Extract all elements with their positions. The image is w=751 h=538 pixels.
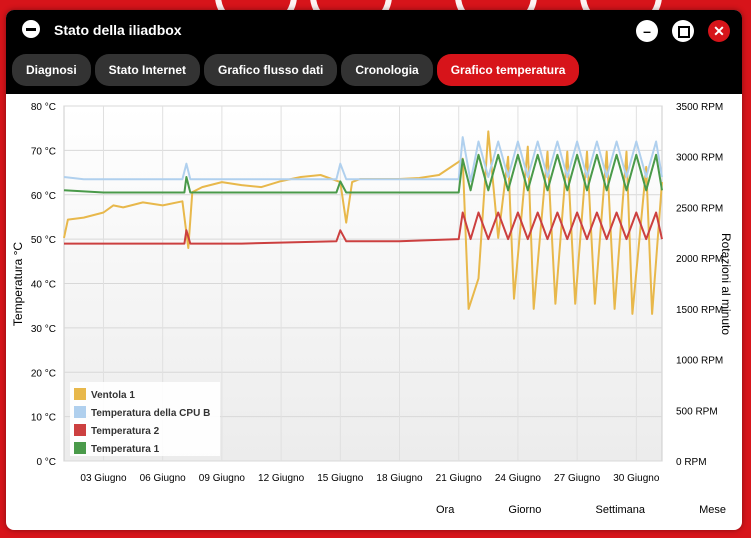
range-selector: Ora Giorno Settimana Mese	[436, 504, 726, 516]
y-tick-label: 10 °C	[31, 413, 56, 424]
y2-tick-label: 500 RPM	[676, 406, 718, 417]
y-axis-title: Temperatura °C	[11, 242, 25, 326]
legend-label: Temperatura 2	[91, 426, 160, 437]
y-tick-label: 60 °C	[31, 191, 56, 202]
x-tick-label: 24 Giugno	[495, 473, 542, 484]
y-tick-label: 30 °C	[31, 324, 56, 335]
legend-swatch	[74, 406, 86, 418]
y2-tick-label: 3000 RPM	[676, 153, 723, 164]
y-tick-label: 20 °C	[31, 368, 56, 379]
legend-swatch	[74, 442, 86, 454]
range-ora[interactable]: Ora	[436, 504, 454, 516]
legend-label: Temperatura della CPU B	[91, 408, 210, 419]
tab-stato-internet[interactable]: Stato Internet	[94, 54, 201, 86]
x-tick-label: 09 Giugno	[199, 473, 246, 484]
title-bar: Stato della iliadbox – ✕ Diagnosi Stato …	[6, 10, 742, 94]
y2-tick-label: 3500 RPM	[676, 102, 723, 113]
tab-bar: Diagnosi Stato Internet Grafico flusso d…	[12, 54, 580, 86]
x-tick-label: 18 Giugno	[376, 473, 423, 484]
x-tick-label: 06 Giugno	[140, 473, 187, 484]
y-tick-label: 70 °C	[31, 146, 56, 157]
legend-label: Temperatura 1	[91, 444, 160, 455]
y2-tick-label: 2000 RPM	[676, 254, 723, 265]
range-settimana[interactable]: Settimana	[596, 504, 646, 516]
tab-cronologia[interactable]: Cronologia	[341, 54, 433, 86]
y-tick-label: 80 °C	[31, 102, 56, 113]
legend: Ventola 1 Temperatura della CPU B Temperat…	[70, 382, 220, 456]
legend-swatch	[74, 388, 86, 400]
range-giorno[interactable]: Giorno	[508, 504, 541, 516]
range-mese[interactable]: Mese	[699, 504, 726, 516]
temperature-chart: 0 °C 10 °C 20 °C 30 °C 40 °C 50 °C 60 °C 70 °C 8…	[11, 102, 733, 484]
x-tick-label: 12 Giugno	[258, 473, 305, 484]
iliad-logo-icon	[22, 20, 40, 38]
window-title: Stato della iliadbox	[54, 22, 182, 38]
y2-tick-label: 2500 RPM	[676, 203, 723, 214]
close-button[interactable]: ✕	[708, 20, 730, 42]
x-tick-label: 03 Giugno	[80, 473, 127, 484]
y-tick-label: 50 °C	[31, 235, 56, 246]
tab-grafico-flusso-dati[interactable]: Grafico flusso dati	[204, 54, 338, 86]
x-tick-label: 30 Giugno	[613, 473, 660, 484]
legend-label: Ventola 1	[91, 390, 135, 401]
minimize-button[interactable]: –	[636, 20, 658, 42]
tab-diagnosi[interactable]: Diagnosi	[12, 54, 91, 86]
y2-tick-label: 0 RPM	[676, 457, 707, 468]
y-tick-label: 0 °C	[36, 457, 56, 468]
legend-swatch	[74, 424, 86, 436]
x-tick-label: 15 Giugno	[317, 473, 364, 484]
x-tick-label: 21 Giugno	[436, 473, 483, 484]
x-tick-label: 27 Giugno	[554, 473, 601, 484]
y2-axis-title: Rotazioni al minuto	[719, 233, 733, 335]
y2-tick-label: 1500 RPM	[676, 305, 723, 316]
app-window: Stato della iliadbox – ✕ Diagnosi Stato …	[6, 10, 742, 530]
tab-grafico-temperatura[interactable]: Grafico temperatura	[436, 54, 580, 86]
y-tick-label: 40 °C	[31, 280, 56, 291]
maximize-button[interactable]	[672, 20, 694, 42]
y2-tick-label: 1000 RPM	[676, 356, 723, 367]
